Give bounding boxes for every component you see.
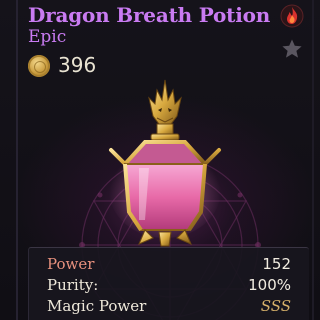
dragon-potion-bottle	[109, 79, 221, 247]
frame-border-left	[16, 0, 18, 320]
fire-icon[interactable]	[280, 4, 304, 28]
item-rarity: Epic	[28, 27, 67, 47]
stat-label: Power	[47, 255, 95, 273]
stat-value: 152	[262, 255, 291, 273]
star-icon[interactable]	[281, 38, 303, 60]
item-card: Dragon Breath Potion Epic 396 Power 152 …	[0, 0, 320, 320]
stat-value: SSS	[260, 297, 291, 315]
item-price: 396	[58, 53, 97, 77]
stat-row-power: Power 152	[47, 255, 291, 275]
frame-border-right	[312, 0, 314, 320]
stat-value: 100%	[248, 276, 291, 294]
stat-row-purity: Purity: 100%	[47, 276, 291, 296]
stat-row-magic-power: Magic Power SSS	[47, 297, 291, 317]
item-name: Dragon Breath Potion	[28, 3, 271, 27]
stat-label: Purity:	[47, 276, 99, 294]
gold-coin-icon	[28, 55, 50, 77]
stats-panel: Power 152 Purity: 100% Magic Power SSS	[28, 247, 309, 320]
stat-label: Magic Power	[47, 297, 147, 315]
